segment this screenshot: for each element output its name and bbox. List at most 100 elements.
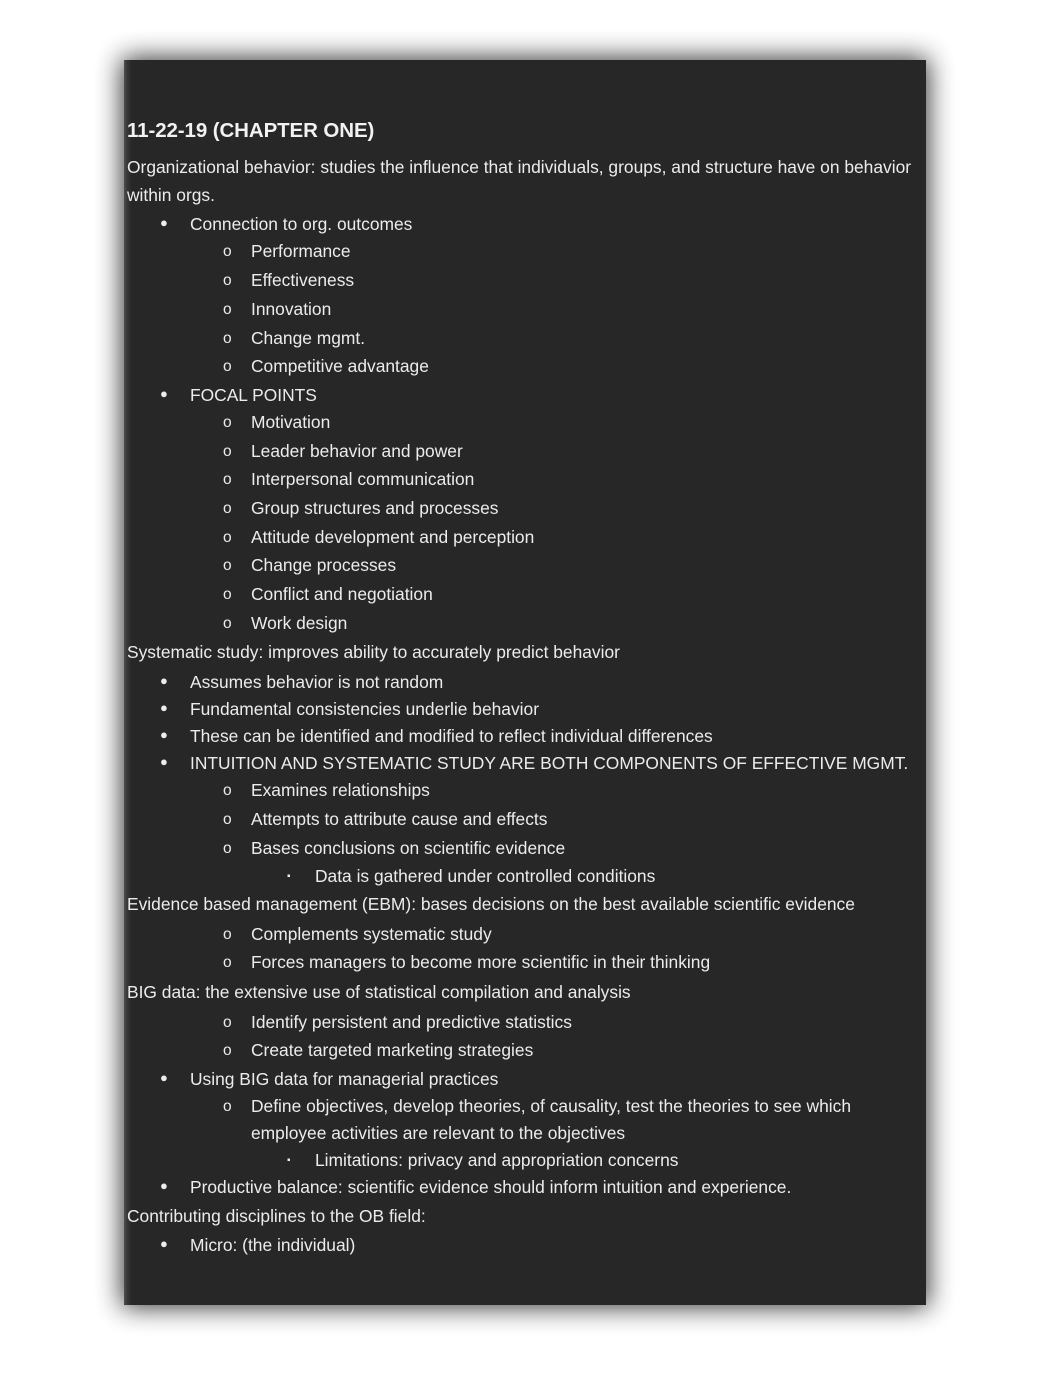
list-item: ● Connection to org. outcomes [126, 211, 918, 238]
list-item-label: Effectiveness [251, 270, 355, 291]
list-item: ● INTUITION AND SYSTEMATIC STUDY ARE BOTH… [126, 750, 918, 777]
list-item-label: Innovation [251, 298, 332, 319]
list-item-label: Change mgmt. [251, 327, 366, 348]
bullet-marker-level-2-icon: o [223, 413, 232, 431]
bullet-marker-level-2-icon: o [223, 614, 232, 632]
bullet-marker-level-2-icon: o [223, 1097, 232, 1115]
bullet-marker-level-2-icon: o [223, 557, 232, 575]
paragraph: BIG data: the extensive use of statistic… [127, 982, 631, 1003]
list-item-label: Fundamental consistencies underlie behav… [190, 698, 539, 719]
list-item: o Change processes [126, 552, 918, 581]
list-item: o Conflict and negotiation [126, 581, 918, 610]
list-item: o Interpersonal communication [126, 466, 918, 495]
bullet-marker-level-2-icon: o [223, 1042, 232, 1060]
document-content: 11-22-19 (CHAPTER ONE) Organizational be… [124, 118, 926, 1259]
list-item-label: Using BIG data for managerial practices [190, 1068, 499, 1089]
bullet-marker-level-2-icon: o [223, 782, 232, 800]
list-item-label: Examines relationships [251, 780, 430, 801]
list-item-label: Conflict and negotiation [251, 584, 433, 605]
list-item-label: Group structures and processes [251, 498, 499, 518]
list-item: o Attempts to attribute cause and effects [126, 806, 918, 835]
bullet-marker-level-1-icon: ● [160, 1178, 168, 1194]
list-item: o Forces managers to become more scientif… [126, 949, 918, 978]
bullet-marker-level-1-icon: ● [160, 727, 168, 742]
list-item: o Examines relationships [126, 777, 918, 806]
bullet-marker-level-2-icon: o [223, 839, 232, 857]
list-item: ▪ Limitations: privacy and appropriation … [126, 1147, 918, 1174]
list-item-label: Leader behavior and power [251, 440, 463, 461]
list-item-label: Create targeted marketing strategies [251, 1040, 534, 1061]
paragraph: Organizational behavior: studies the inf… [127, 156, 912, 205]
document-body: Organizational behavior: studies the inf… [126, 153, 918, 1259]
bullet-marker-level-2-icon: o [223, 272, 232, 290]
list-item-label: Micro: (the individual) [190, 1234, 356, 1255]
bullet-marker-level-2-icon: o [223, 500, 232, 517]
list-item: o Define objectives, develop theories, of… [126, 1093, 918, 1147]
bullet-marker-level-2-icon: o [223, 1013, 232, 1031]
list-item: o Complements systematic study [126, 921, 918, 950]
list-item-label: Motivation [251, 411, 331, 432]
bullet-marker-level-2-icon: o [223, 300, 232, 318]
bullet-marker-level-2-icon: o [223, 471, 232, 489]
list-item: o Motivation [126, 409, 918, 438]
list-item: ● These can be identified and modified to… [126, 723, 918, 750]
bullet-marker-level-1-icon: ● [160, 385, 168, 401]
bullet-marker-level-1-icon: ● [160, 1235, 168, 1251]
list-item-label: Connection to org. outcomes [190, 214, 413, 235]
list-item: o Competitive advantage [126, 353, 918, 382]
list-item: o Performance [126, 238, 918, 267]
bullet-marker-level-1-icon: ● [160, 699, 168, 715]
list-item: ● FOCAL POINTS [126, 382, 918, 409]
list-item: o Bases conclusions on scientific evidenc… [126, 835, 918, 864]
list-item-label: Complements systematic study [251, 923, 492, 944]
document-page: 11-22-19 (CHAPTER ONE) Organizational be… [124, 60, 926, 1305]
list-item: ● Fundamental consistencies underlie beha… [126, 696, 918, 723]
bullet-marker-level-1-icon: ● [160, 1069, 168, 1085]
bullet-marker-level-3-icon: ▪ [287, 871, 291, 883]
list-item-label: These can be identified and modified to … [190, 726, 713, 746]
list-item: ▪ Data is gathered under controlled condi… [126, 863, 918, 890]
bullet-marker-level-1-icon: ● [160, 672, 168, 688]
bullet-marker-level-2-icon: o [223, 586, 232, 604]
bullet-marker-level-1-icon: ● [160, 215, 168, 231]
list-item: ● Micro: (the individual) [126, 1232, 918, 1259]
list-item-label: Attempts to attribute cause and effects [251, 808, 548, 829]
list-item: ● Assumes behavior is not random [126, 669, 918, 696]
list-item-label: Interpersonal communication [251, 469, 475, 490]
list-item-label: Define objectives, develop theories, of … [251, 1095, 851, 1144]
paragraph: Evidence based management (EBM): bases d… [127, 894, 855, 915]
list-item: ● Productive balance: scientific evidence… [126, 1174, 918, 1201]
list-item-label: FOCAL POINTS [190, 384, 317, 405]
list-item-label: Productive balance: scientific evidence … [190, 1177, 792, 1198]
bullet-marker-level-2-icon: o [223, 243, 232, 261]
list-item-label: Attitude development and perception [251, 526, 535, 547]
list-item-label: Limitations: privacy and appropriation c… [315, 1150, 679, 1171]
bullet-marker-level-3-icon: ▪ [287, 1155, 291, 1167]
list-item-label: Bases conclusions on scientific evidence [251, 837, 566, 858]
list-item: o Effectiveness [126, 267, 918, 296]
page-title: 11-22-19 (CHAPTER ONE) [127, 119, 375, 142]
bullet-marker-level-2-icon: o [223, 528, 232, 546]
screenshot-canvas: 11-22-19 (CHAPTER ONE) Organizational be… [0, 0, 1062, 1377]
list-item-label: Change processes [251, 555, 397, 576]
bullet-marker-level-2-icon: o [223, 358, 232, 376]
list-item: ● Using BIG data for managerial practices [126, 1066, 918, 1093]
list-item: o Identify persistent and predictive stat… [126, 1009, 918, 1038]
list-item: o Innovation [126, 296, 918, 325]
bullet-marker-level-2-icon: o [223, 925, 232, 943]
list-item: o Group structures and processes [126, 495, 918, 524]
list-item-label: INTUITION AND SYSTEMATIC STUDY ARE BOTH … [190, 753, 909, 774]
bullet-marker-level-2-icon: o [223, 810, 232, 828]
list-item: o Work design [126, 610, 918, 639]
list-item: o Create targeted marketing strategies [126, 1037, 918, 1066]
bullet-marker-level-2-icon: o [223, 329, 232, 347]
list-item-label: Forces managers to become more scientifi… [251, 952, 711, 973]
list-item-label: Data is gathered under controlled condit… [315, 866, 656, 887]
bullet-marker-level-2-icon: o [223, 442, 232, 460]
list-item: o Attitude development and perception [126, 524, 918, 553]
paragraph: Contributing disciplines to the OB field… [127, 1205, 426, 1226]
list-item-label: Competitive advantage [251, 356, 429, 377]
list-item-label: Performance [251, 241, 351, 262]
list-item-label: Assumes behavior is not random [190, 671, 444, 692]
list-item-label: Identify persistent and predictive stati… [251, 1011, 572, 1032]
